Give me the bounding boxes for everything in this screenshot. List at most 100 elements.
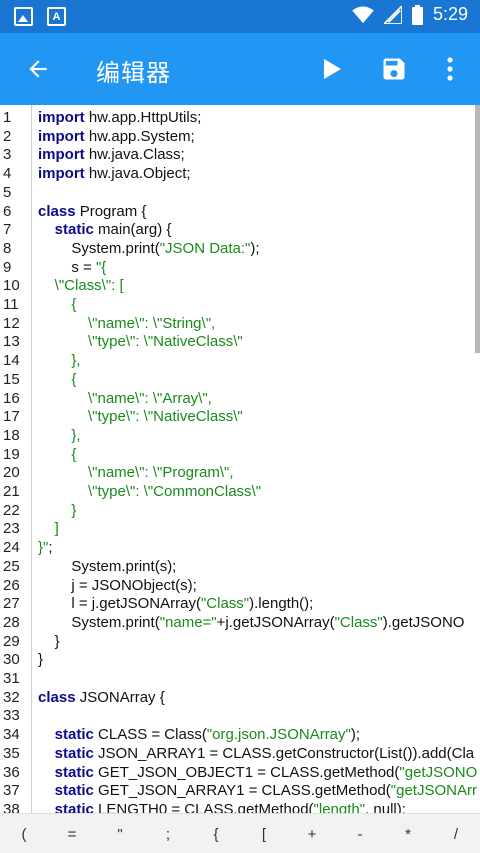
code-line[interactable]: s = "{ <box>38 259 106 278</box>
code-line[interactable]: \"Class\": [ <box>38 277 124 296</box>
line-number: 26 <box>3 576 20 594</box>
code-line[interactable]: import hw.java.Class; <box>38 146 185 165</box>
string-token: \"name\": \"String\", <box>38 314 216 332</box>
string-token: "Class" <box>200 595 250 613</box>
keyword-token: static <box>54 782 94 800</box>
symbol-key[interactable]: { <box>192 814 240 853</box>
code-token: +j.getJSONArray( <box>216 613 335 631</box>
code-token: hw.app.HttpUtils; <box>84 109 202 126</box>
string-token: \"name\": \"Program\", <box>38 464 234 482</box>
code-line[interactable]: System.print("name="+j.getJSONArray("Cla… <box>38 614 464 633</box>
code-line[interactable]: static main(arg) { <box>38 221 172 240</box>
line-number: 24 <box>3 539 20 557</box>
symbol-key[interactable]: [ <box>240 814 288 853</box>
code-line[interactable]: { <box>38 371 76 390</box>
string-token: \"type\": \"CommonClass\" <box>38 483 262 500</box>
code-line[interactable]: \"name\": \"String\", <box>38 315 215 334</box>
keyword-token: static <box>54 744 94 762</box>
system-icons: 5:29 <box>352 4 468 25</box>
string-token: }, <box>38 426 81 444</box>
keyword-token: import <box>38 127 85 145</box>
code-token: , null); <box>365 800 406 813</box>
code-line[interactable]: static GET_JSON_ARRAY1 = CLASS.getMethod… <box>38 782 477 801</box>
code-token: ).length(); <box>249 595 314 613</box>
symbol-key[interactable]: * <box>384 814 432 853</box>
string-token: "org.json.JSONArray" <box>206 726 351 744</box>
line-number: 2 <box>3 127 12 145</box>
line-number: 20 <box>3 464 20 482</box>
symbol-key[interactable]: - <box>336 814 384 853</box>
keyword-token: static <box>54 221 94 239</box>
code-line[interactable]: { <box>38 446 76 465</box>
code-line[interactable]: import hw.java.Object; <box>38 165 191 184</box>
line-number: 25 <box>3 557 20 575</box>
code-line[interactable]: import hw.app.HttpUtils; <box>38 109 201 128</box>
code-line[interactable]: }, <box>38 352 80 371</box>
symbol-key[interactable]: ( <box>0 814 48 853</box>
code-token: ; <box>48 539 53 557</box>
code-line[interactable]: }, <box>38 426 81 446</box>
code-line[interactable]: ] <box>38 520 59 539</box>
code-line[interactable]: static LENGTH0 = CLASS.getMethod("length… <box>38 801 406 813</box>
line-number: 34 <box>3 726 20 744</box>
code-token: GET_JSON_ARRAY1 = CLASS.getMethod( <box>93 782 391 800</box>
code-line[interactable]: class JSONArray { <box>38 689 165 708</box>
line-number: 38 <box>3 800 20 813</box>
code-line[interactable]: \"name\": \"Program\", <box>38 464 234 483</box>
line-number: 22 <box>3 501 20 519</box>
line-number: 18 <box>3 426 20 444</box>
code-line[interactable]: } <box>38 633 60 652</box>
string-token: \"Class\": [ <box>38 277 124 295</box>
keyword-token: class <box>38 688 76 706</box>
code-line[interactable]: class Program { <box>38 203 146 222</box>
line-number: 28 <box>3 613 20 631</box>
symbol-key[interactable]: " <box>96 814 144 853</box>
code-line[interactable]: }"; <box>38 539 53 558</box>
code-line[interactable]: j = JSONObject(s); <box>38 577 196 596</box>
code-editor[interactable]: 1 2 3 4 5 6 7 8 9 10 11 12 13 14 15 16 17 18 19 20 21 22 23 24 2… <box>0 105 480 813</box>
code-line[interactable]: static GET_JSON_OBJECT1 = CLASS.getMetho… <box>38 763 478 783</box>
code-line[interactable]: \"type\": \"NativeClass\" <box>38 333 243 352</box>
code-line[interactable]: System.print(s); <box>38 558 176 577</box>
scrollbar-thumb[interactable] <box>475 105 480 353</box>
keyword-token: import <box>38 146 85 164</box>
code-line[interactable]: l = j.getJSONArray("Class").length(); <box>38 595 313 614</box>
code-token: System.print( <box>38 239 160 257</box>
keyword-token: static <box>54 763 94 781</box>
code-line[interactable]: static CLASS = Class("org.json.JSONArray… <box>38 726 360 745</box>
code-line[interactable]: static JSON_ARRAY1 = CLASS.getConstructo… <box>38 745 474 764</box>
run-button[interactable] <box>316 51 348 87</box>
symbol-key[interactable]: + <box>288 814 336 853</box>
code-line[interactable]: \"type\": \"CommonClass\" <box>38 483 261 502</box>
save-button[interactable] <box>376 51 412 87</box>
line-number: 33 <box>3 707 20 725</box>
line-number: 12 <box>3 314 20 332</box>
code-token: LENGTH0 = CLASS.getMethod( <box>93 800 314 813</box>
symbol-key[interactable]: ; <box>144 814 192 853</box>
keyword-token: class <box>38 202 76 220</box>
line-number: 8 <box>3 239 12 257</box>
back-button[interactable] <box>18 51 58 87</box>
code-line[interactable]: \"type\": \"NativeClass\" <box>38 408 243 427</box>
code-token: s = <box>38 258 96 276</box>
status-time: 5:29 <box>432 4 468 24</box>
string-token: "getJSONO <box>399 763 478 781</box>
code-line[interactable]: } <box>38 651 43 670</box>
code-line[interactable]: \"name\": \"Array\", <box>38 390 212 409</box>
code-line[interactable]: { <box>38 296 76 315</box>
more-options-button[interactable] <box>438 51 462 87</box>
code-token: l = j.getJSONArray( <box>38 595 201 613</box>
string-token: "{ <box>95 258 107 276</box>
symbol-key[interactable]: / <box>432 814 480 853</box>
string-token: ] <box>38 520 59 538</box>
line-number: 36 <box>3 763 20 781</box>
code-line[interactable]: } <box>38 502 76 521</box>
symbol-key[interactable]: = <box>48 814 96 853</box>
play-icon <box>324 59 341 79</box>
code-line[interactable]: System.print("JSON Data:"); <box>38 239 259 259</box>
code-line[interactable]: import hw.app.System; <box>38 128 195 147</box>
line-number: 30 <box>3 651 20 669</box>
line-number: 3 <box>3 146 12 164</box>
